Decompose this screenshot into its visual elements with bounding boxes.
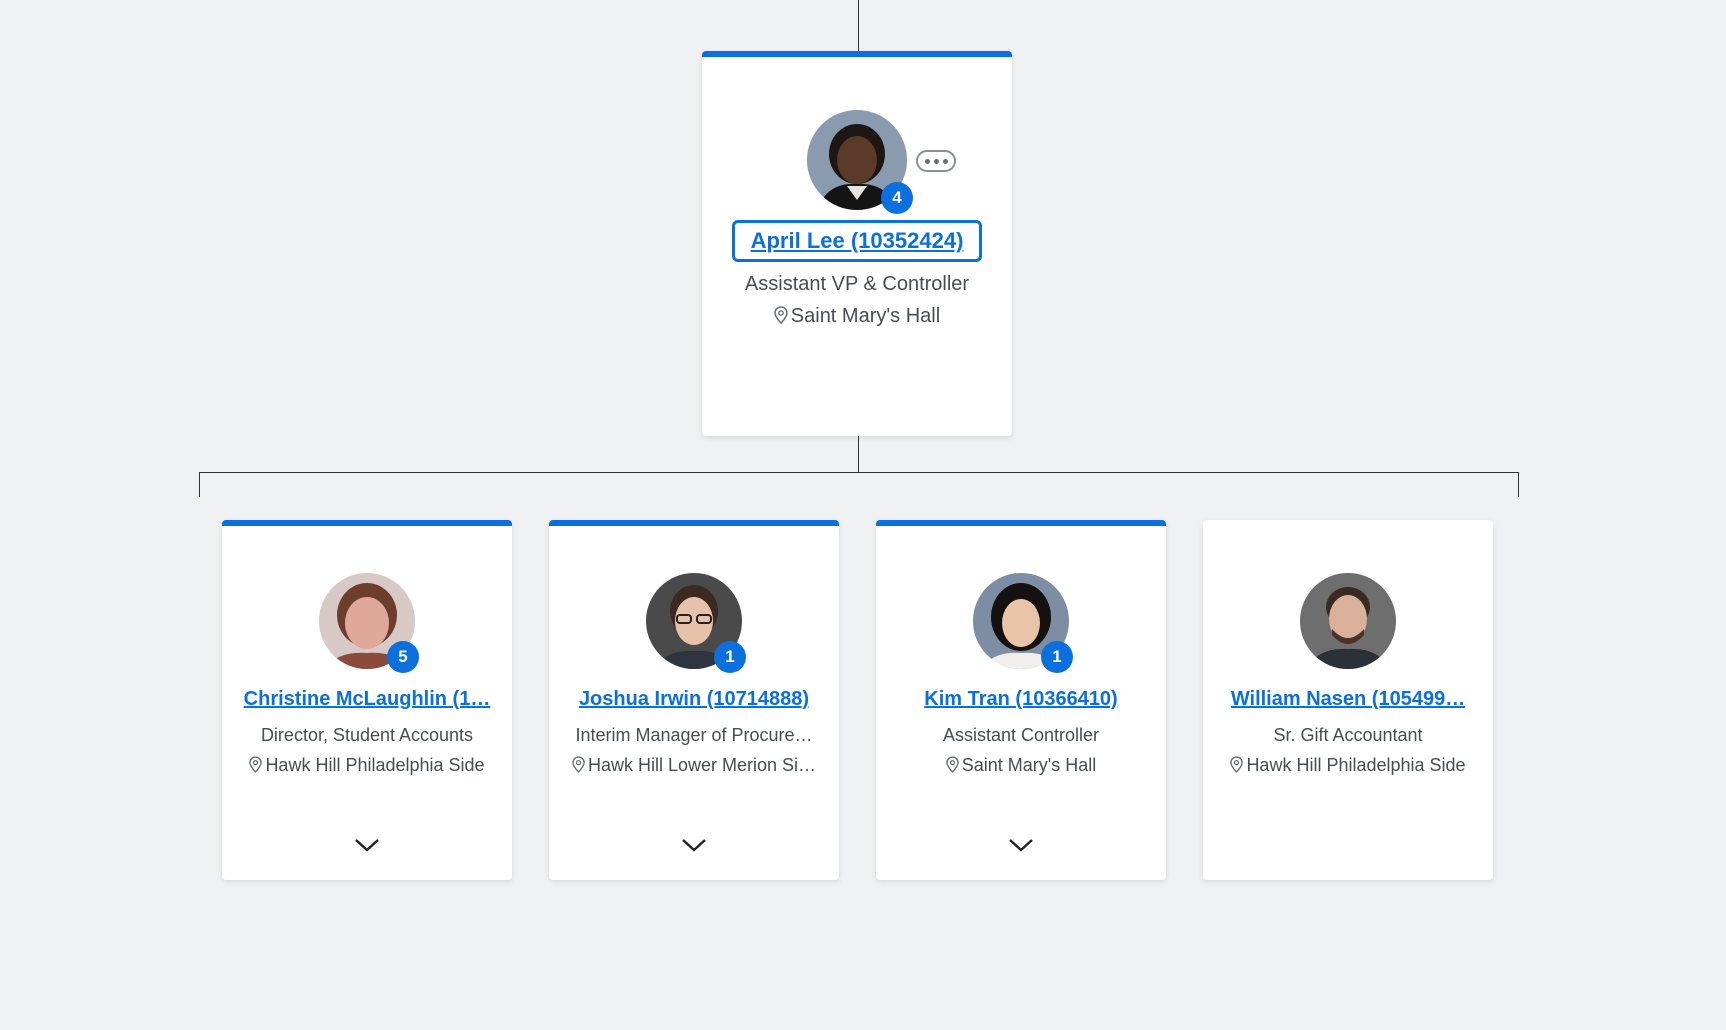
report-location-text: Hawk Hill Philadelphia Side (265, 755, 485, 775)
report-location-text: Saint Mary's Hall (961, 755, 1097, 775)
report-location-text: Hawk Hill Philadelphia Side (1246, 755, 1466, 775)
direct-reports-badge: 4 (881, 182, 913, 214)
location-pin-icon (249, 756, 263, 778)
report-card: 5 Christine McLaughlin (1… Director, Stu… (222, 520, 512, 880)
chevron-down-icon (1009, 839, 1033, 852)
report-card: 1 Kim Tran (10366410) Assistant Controll… (876, 520, 1166, 880)
connector-left-drop (199, 472, 200, 497)
report-avatar-wrap: 5 (319, 573, 419, 673)
ellipsis-icon (924, 158, 930, 164)
report-location: Hawk Hill Philadelphia Side (230, 755, 504, 778)
report-avatar-wrap (1300, 573, 1396, 669)
location-pin-icon (774, 306, 788, 330)
report-title: Sr. Gift Accountant (1273, 725, 1423, 745)
manager-title: Assistant VP & Controller (744, 273, 970, 295)
more-actions-button[interactable] (916, 150, 956, 172)
avatar[interactable] (1300, 573, 1396, 669)
report-card: 1 Joshua Irwin (10714888) Interim Manage… (549, 520, 839, 880)
manager-location-text: Saint Mary's Hall (790, 305, 941, 327)
direct-reports-badge: 5 (387, 641, 419, 673)
report-card: William Nasen (105499… Sr. Gift Accounta… (1203, 520, 1493, 880)
location-pin-icon (945, 756, 959, 778)
report-name-link[interactable]: Joshua Irwin (10714888) (559, 688, 829, 711)
report-name-link[interactable]: Kim Tran (10366410) (886, 688, 1156, 711)
report-avatar-wrap: 1 (973, 573, 1073, 673)
report-title: Assistant Controller (942, 725, 1100, 745)
report-title: Director, Student Accounts (260, 725, 474, 745)
report-location: Saint Mary's Hall (884, 755, 1158, 778)
manager-card: 4 April Lee (10352424) Assistant VP & Co… (702, 51, 1012, 436)
connector-horizontal (199, 472, 1519, 473)
report-location: Hawk Hill Philadelphia Side (1211, 755, 1485, 778)
location-pin-icon (572, 756, 585, 778)
ellipsis-icon-dot (942, 158, 948, 164)
connector-manager-down (858, 435, 859, 473)
expand-button[interactable] (351, 833, 383, 857)
report-avatar-wrap: 1 (646, 573, 746, 673)
expand-button[interactable] (1005, 833, 1037, 857)
direct-reports-badge: 1 (1041, 641, 1073, 673)
manager-location: Saint Mary's Hall (710, 305, 1004, 330)
report-location-text: Hawk Hill Lower Merion Si… (587, 755, 817, 775)
report-name-link[interactable]: William Nasen (105499… (1213, 688, 1483, 711)
expand-button[interactable] (678, 833, 710, 857)
manager-avatar-wrap: 4 (807, 110, 913, 214)
direct-reports-badge: 1 (714, 641, 746, 673)
chevron-down-icon (355, 839, 379, 852)
connector-right-drop (1518, 472, 1519, 497)
connector-top (858, 0, 859, 53)
report-title: Interim Manager of Procure… (575, 725, 813, 745)
report-name-link[interactable]: Christine McLaughlin (1… (232, 688, 502, 711)
manager-name-link[interactable]: April Lee (10352424) (732, 220, 982, 262)
ellipsis-icon-dot (933, 158, 939, 164)
location-pin-icon (1230, 756, 1244, 778)
report-location: Hawk Hill Lower Merion Si… (557, 755, 831, 778)
chevron-down-icon (682, 839, 706, 852)
